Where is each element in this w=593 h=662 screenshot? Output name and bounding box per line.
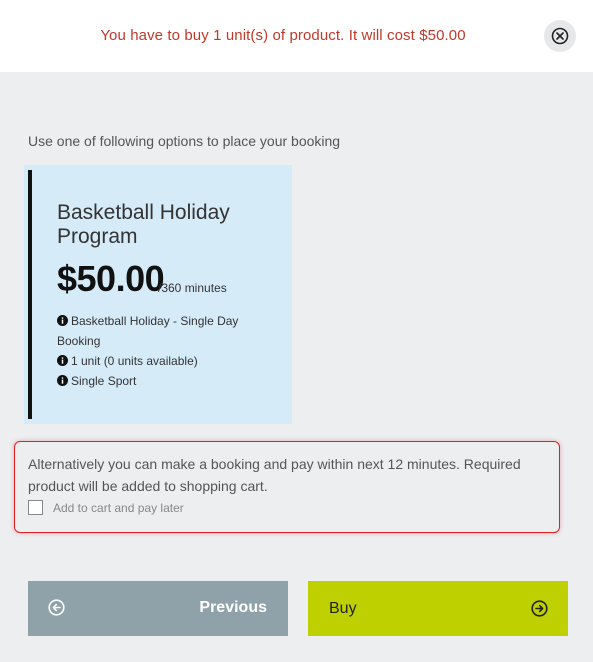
info-icon: [57, 375, 68, 386]
price-period: /360 minutes: [158, 281, 227, 295]
close-button[interactable]: [544, 20, 576, 52]
info-icon: [57, 315, 68, 326]
product-price: $50.00: [57, 258, 165, 299]
close-circle-icon: [551, 27, 569, 45]
previous-button-label: Previous: [199, 599, 267, 616]
product-title: Basketball Holiday Program: [57, 201, 230, 248]
product-detail-item: Single Sport: [57, 371, 257, 391]
buy-button-label: Buy: [329, 600, 357, 617]
card-accent-bar: [28, 170, 32, 419]
pay-later-description: Alternatively you can make a booking and…: [28, 456, 521, 494]
product-card[interactable]: Basketball Holiday Program $50.00 /360 m…: [24, 165, 292, 424]
product-detail-text: Single Sport: [71, 374, 137, 388]
modal-header: You have to buy 1 unit(s) of product. It…: [0, 0, 593, 72]
purchase-message: You have to buy 1 unit(s) of product. It…: [100, 27, 466, 44]
product-detail-text: 1 unit (0 units available): [71, 354, 198, 368]
product-detail-item: Basketball Holiday - Single Day Booking: [57, 311, 257, 351]
arrow-left-circle-icon: [48, 599, 65, 616]
product-detail-text: Basketball Holiday - Single Day Booking: [57, 314, 239, 348]
add-to-cart-label[interactable]: Add to cart and pay later: [53, 501, 184, 515]
arrow-right-circle-icon: [531, 600, 548, 617]
buy-button[interactable]: Buy: [308, 581, 568, 636]
booking-options-intro: Use one of following options to place yo…: [28, 133, 341, 149]
product-detail-item: 1 unit (0 units available): [57, 351, 257, 371]
previous-button[interactable]: Previous: [28, 581, 288, 636]
info-icon: [57, 355, 68, 366]
add-to-cart-checkbox[interactable]: [28, 500, 43, 515]
